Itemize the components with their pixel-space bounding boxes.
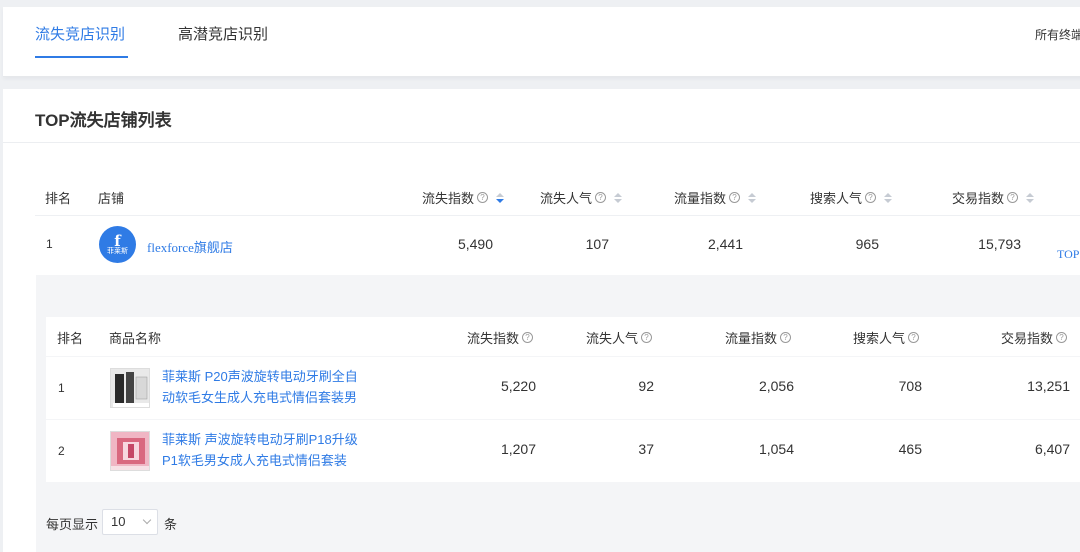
header-trade-index[interactable]: 交易指数 ? [952, 188, 1035, 207]
sort-icon[interactable] [748, 192, 757, 203]
product-thumbnail[interactable] [110, 368, 150, 408]
header-rank: 排名 [45, 191, 72, 206]
help-icon[interactable]: ? [1007, 192, 1019, 203]
product-header-name: 商品名称 [109, 331, 162, 346]
store-top-link[interactable]: TOP [1057, 247, 1079, 262]
store-loss-index: 5,490 [457, 236, 493, 252]
top-loss-store-card: TOP流失店铺列表 排名 店铺 流失指数 ? 流失人气 ? 流量指数 ? 搜索人… [3, 89, 1080, 552]
product-header-rank: 排名 [57, 331, 84, 346]
header-store: 店铺 [98, 191, 125, 206]
product-trade-index: 6,407 [1034, 441, 1070, 457]
header-loss-popularity[interactable]: 流失人气 ? [540, 188, 623, 207]
product-header-search-popularity[interactable]: 搜索人气 ? [853, 328, 920, 347]
product-rank: 1 [58, 381, 65, 395]
store-loss-popularity: 107 [585, 236, 609, 252]
product-row: 2 菲莱斯 声波旋转电动牙刷P18升级P1软毛男女成人充电式情侣套装 1,207… [46, 420, 1080, 482]
tab-high-potential-competitor[interactable]: 高潜竞店识别 [178, 23, 268, 44]
product-search-popularity: 708 [898, 378, 922, 394]
product-traffic-index: 2,056 [758, 378, 794, 394]
store-search-popularity: 965 [855, 236, 879, 252]
header-search-popularity[interactable]: 搜索人气 ? [810, 188, 893, 207]
product-header-loss-index[interactable]: 流失指数 ? [467, 328, 534, 347]
pager-prefix: 每页显示 [46, 517, 99, 532]
sort-icon[interactable] [884, 192, 893, 203]
tab-loss-competitor[interactable]: 流失竞店识别 [35, 23, 125, 44]
sort-icon[interactable] [614, 192, 623, 203]
help-icon[interactable]: ? [477, 192, 489, 203]
product-loss-index: 5,220 [500, 378, 536, 394]
product-trade-index: 13,251 [1027, 378, 1070, 394]
product-name-link[interactable]: 菲莱斯 P20声波旋转电动牙刷全自动软毛女生成人充电式情侣套装男 [162, 366, 362, 408]
terminal-selector[interactable]: 所有终端 [1035, 26, 1080, 43]
active-tab-indicator [35, 56, 128, 58]
store-traffic-index: 2,441 [707, 236, 743, 252]
help-icon[interactable]: ? [865, 192, 877, 203]
product-search-popularity: 465 [898, 441, 922, 457]
product-header-loss-popularity[interactable]: 流失人气 ? [586, 328, 653, 347]
product-row: 1 菲莱斯 P20声波旋转电动牙刷全自动软毛女生成人充电式情侣套装男 5,220… [46, 357, 1080, 419]
top-tab-bar: 流失竞店识别 高潜竞店识别 所有终端 [3, 7, 1080, 77]
product-thumbnail[interactable] [110, 431, 150, 471]
sort-icon[interactable] [1026, 192, 1035, 203]
product-header-trade-index[interactable]: 交易指数 ? [1001, 328, 1068, 347]
help-icon[interactable]: ? [729, 192, 741, 203]
product-loss-index: 1,207 [500, 441, 536, 457]
help-icon[interactable]: ? [908, 332, 920, 343]
help-icon[interactable]: ? [1056, 332, 1068, 343]
header-traffic-index[interactable]: 流量指数 ? [674, 188, 757, 207]
pager-suffix: 条 [164, 517, 178, 532]
help-icon[interactable]: ? [780, 332, 792, 343]
product-loss-popularity: 37 [638, 441, 654, 457]
sort-icon[interactable] [496, 192, 505, 203]
store-trade-index: 15,793 [978, 236, 1021, 252]
header-loss-index[interactable]: 流失指数 ? [422, 188, 505, 207]
page-size-select[interactable]: 10 [102, 509, 158, 535]
product-name-link[interactable]: 菲莱斯 声波旋转电动牙刷P18升级P1软毛男女成人充电式情侣套装 [162, 429, 362, 471]
help-icon[interactable]: ? [595, 192, 607, 203]
store-name-link[interactable]: flexforce旗舰店 [147, 237, 233, 256]
product-sub-panel: 排名 商品名称 流失指数 ? 流失人气 ? 流量指数 ? 搜索人气 ? 交易指数… [36, 275, 1080, 552]
help-icon[interactable]: ? [641, 332, 653, 343]
product-rank: 2 [58, 444, 65, 458]
title-divider [3, 142, 1080, 143]
header-divider [35, 215, 1080, 216]
store-logo: f 菲莱斯 [99, 226, 136, 263]
section-title: TOP流失店铺列表 [35, 111, 172, 130]
store-rank: 1 [46, 237, 53, 251]
product-header-traffic-index[interactable]: 流量指数 ? [725, 328, 792, 347]
help-icon[interactable]: ? [522, 332, 534, 343]
chevron-down-icon [142, 515, 152, 525]
product-table-header: 排名 商品名称 流失指数 ? 流失人气 ? 流量指数 ? 搜索人气 ? 交易指数… [46, 317, 1080, 356]
product-traffic-index: 1,054 [758, 441, 794, 457]
product-loss-popularity: 92 [638, 378, 654, 394]
